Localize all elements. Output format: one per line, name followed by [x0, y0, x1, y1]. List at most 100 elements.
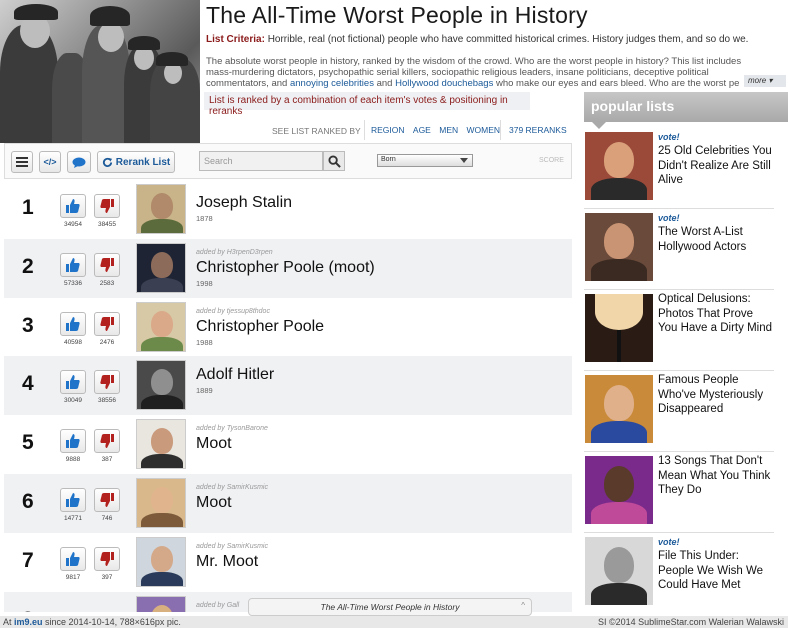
- vote-up-button[interactable]: [60, 429, 86, 454]
- annoying-celebrities-link[interactable]: annoying celebrities: [290, 78, 374, 89]
- item-photo[interactable]: [136, 301, 186, 352]
- upvote-count: 30049: [63, 397, 83, 405]
- upvote-count: 9817: [65, 573, 81, 581]
- popular-list-thumbnail[interactable]: [585, 537, 653, 605]
- rerank-list-button[interactable]: Rerank List: [97, 151, 175, 173]
- popular-list-thumbnail[interactable]: [585, 132, 653, 200]
- more-label: more: [748, 76, 767, 85]
- item-year: 1878: [196, 214, 213, 223]
- popular-list-item[interactable]: Famous People Who've Mysteriously Disapp…: [584, 371, 774, 452]
- chevron-down-icon: ▾: [768, 76, 773, 85]
- vote-up-button[interactable]: [60, 194, 86, 218]
- vote-badge: vote!: [658, 132, 680, 142]
- collapse-icon[interactable]: ^: [521, 601, 525, 610]
- vote-up-button[interactable]: [60, 546, 86, 571]
- embed-button[interactable]: </>: [39, 151, 61, 173]
- popular-list-item[interactable]: 13 Songs That Don't Mean What You Think …: [584, 452, 774, 533]
- search-input[interactable]: Search: [199, 151, 323, 171]
- tab-men[interactable]: MEN: [439, 120, 458, 140]
- item-photo[interactable]: [136, 184, 186, 234]
- item-name[interactable]: Christopher Poole (moot): [196, 259, 375, 277]
- page-title: The All-Time Worst People in History: [206, 2, 588, 28]
- list-item: 6 14771 746 added by SamirKusmic Moot: [4, 473, 572, 533]
- item-name[interactable]: Mr. Moot: [196, 553, 258, 571]
- item-photo[interactable]: [136, 360, 186, 411]
- ranked-list: 1 34954 38455 Joseph Stalin 1878 2 57336…: [4, 180, 572, 612]
- footer-site-link[interactable]: im9.eu: [14, 617, 43, 627]
- popular-list-title[interactable]: 13 Songs That Don't Mean What You Think …: [658, 454, 774, 498]
- vote-down-button[interactable]: [94, 311, 120, 336]
- popular-list-thumbnail[interactable]: [585, 375, 653, 443]
- search-button[interactable]: [323, 151, 345, 171]
- footer-left: At im9.eu since 2014-10-14, 788×616px pi…: [3, 617, 181, 627]
- footer-prefix: At: [3, 617, 15, 627]
- item-name[interactable]: Moot: [196, 494, 232, 512]
- added-by: added by tjessup8thdoc: [196, 307, 270, 315]
- popular-list-item[interactable]: Optical Delusions: Photos That Prove You…: [584, 290, 774, 371]
- vote-down-button[interactable]: [94, 546, 120, 571]
- downvote-count: 746: [101, 514, 113, 522]
- popular-list-title[interactable]: The Worst A-List Hollywood Actors: [658, 225, 774, 254]
- tab-age[interactable]: AGE: [413, 120, 431, 140]
- popular-list-item[interactable]: vote! File This Under: People We Wish We…: [584, 533, 774, 614]
- popular-list-item[interactable]: vote! 25 Old Celebrities You Didn't Real…: [584, 128, 774, 209]
- description-text: and: [373, 78, 396, 89]
- vote-up-button[interactable]: [60, 252, 86, 277]
- hollywood-douchebags-link[interactable]: Hollywood douchebags: [395, 78, 493, 89]
- list-item: 3 40598 2476 added by tjessup8thdoc Chri…: [4, 298, 572, 357]
- rerank-count-link[interactable]: 379 RERANKS: [500, 120, 567, 140]
- popular-list-item[interactable]: vote! The Worst A-List Hollywood Actors: [584, 209, 774, 290]
- rerank-label: Rerank List: [115, 156, 171, 168]
- item-photo[interactable]: [136, 419, 186, 470]
- item-photo[interactable]: [136, 477, 186, 528]
- popular-list-thumbnail[interactable]: [585, 456, 653, 524]
- image-host-footer: At im9.eu since 2014-10-14, 788×616px pi…: [0, 616, 788, 628]
- popular-list-title[interactable]: Famous People Who've Mysteriously Disapp…: [658, 373, 774, 417]
- tab-women[interactable]: WOMEN: [467, 120, 501, 140]
- vote-down-button[interactable]: [94, 194, 120, 218]
- thumbs-up-icon: [66, 257, 80, 272]
- item-photo[interactable]: [136, 242, 186, 293]
- vote-up-button[interactable]: [60, 487, 86, 512]
- item-name[interactable]: Christopher Poole: [196, 318, 324, 336]
- comment-icon: [72, 157, 86, 168]
- vote-down-button[interactable]: [94, 370, 120, 395]
- code-icon: </>: [43, 157, 57, 167]
- vote-down-button[interactable]: [94, 429, 120, 454]
- item-name[interactable]: Joseph Stalin: [196, 194, 292, 212]
- downvote-count: 397: [101, 573, 113, 581]
- list-view-button[interactable]: [11, 151, 33, 173]
- vote-badge: vote!: [658, 537, 680, 547]
- item-year: 1988: [196, 337, 213, 347]
- downvote-count: 2476: [99, 338, 115, 346]
- sticky-list-title-bar[interactable]: The All-Time Worst People in History ^: [248, 598, 532, 616]
- popular-list-title[interactable]: File This Under: People We Wish We Could…: [658, 549, 774, 593]
- popular-list-title[interactable]: Optical Delusions: Photos That Prove You…: [658, 292, 774, 336]
- item-photo[interactable]: [136, 595, 186, 612]
- upvote-count: 40598: [63, 338, 83, 346]
- list-description: The absolute worst people in history, ra…: [206, 56, 744, 92]
- rank-number: 3: [22, 313, 34, 337]
- upvote-count: 34954: [63, 221, 83, 228]
- more-button[interactable]: more ▾: [744, 75, 786, 87]
- list-criteria: List Criteria: Horrible, real (not ficti…: [206, 34, 776, 46]
- popular-list-thumbnail[interactable]: [585, 294, 653, 362]
- upvote-count: 57336: [63, 279, 83, 287]
- item-name[interactable]: Adolf Hitler: [196, 366, 274, 384]
- vote-up-button[interactable]: [60, 370, 86, 395]
- popular-list-thumbnail[interactable]: [585, 213, 653, 281]
- comments-button[interactable]: [67, 151, 91, 173]
- search-icon: [327, 154, 341, 168]
- criteria-text: Horrible, real (not fictional) people wh…: [267, 34, 749, 45]
- popular-list-title[interactable]: 25 Old Celebrities You Didn't Realize Ar…: [658, 144, 774, 188]
- vote-down-button[interactable]: [94, 252, 120, 277]
- tab-region[interactable]: REGION: [371, 120, 405, 140]
- item-photo[interactable]: [136, 536, 186, 587]
- sort-select[interactable]: Born: [377, 154, 473, 167]
- vote-up-button[interactable]: [60, 311, 86, 336]
- score-label: SCORE: [539, 157, 564, 164]
- criteria-label: List Criteria:: [206, 34, 265, 45]
- item-name[interactable]: Moot: [196, 435, 232, 453]
- ranked-by-label: SEE LIST RANKED BY: [272, 126, 361, 136]
- vote-down-button[interactable]: [94, 487, 120, 512]
